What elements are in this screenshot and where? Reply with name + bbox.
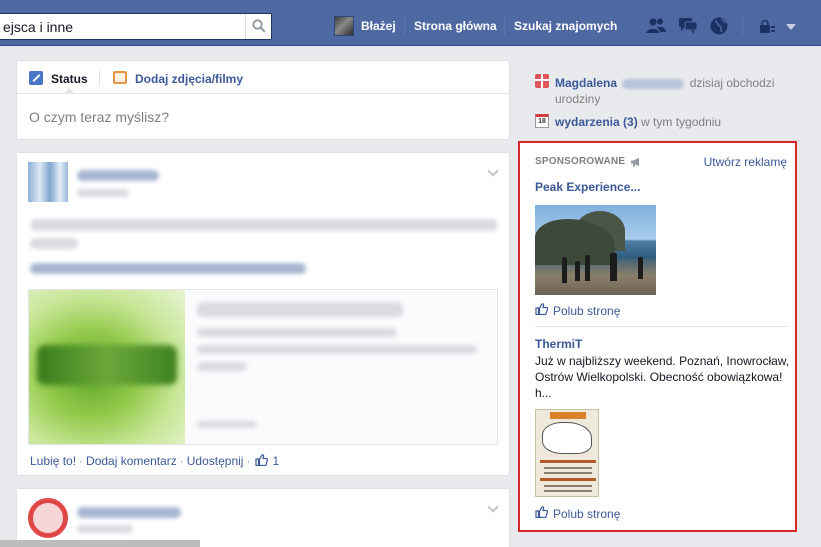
blurred-logo	[37, 345, 177, 385]
find-friends-link[interactable]: Szukaj znajomych	[514, 19, 617, 33]
blurred-author-name[interactable]	[77, 507, 181, 518]
composer-tabs: Status Dodaj zdjęcia/filmy	[17, 61, 509, 94]
blurred-timestamp	[77, 189, 129, 197]
calendar-icon: 18	[535, 114, 549, 128]
poster-illustration	[542, 422, 592, 454]
ad-image-person	[610, 253, 617, 281]
profile-link[interactable]: Błażej	[361, 19, 396, 33]
poster-band	[540, 478, 596, 481]
story-actions: Lubię to! · Dodaj komentarz · Udostępnij · 1	[30, 454, 279, 468]
create-ad-link[interactable]: Utwórz reklamę	[704, 155, 787, 169]
privacy-lock-icon[interactable]	[758, 20, 776, 34]
ad-title-link[interactable]: ThermiT	[535, 337, 582, 351]
pencil-icon	[29, 71, 43, 85]
ad-description[interactable]: Już w najbliższy weekend. Poznań, Inowro…	[535, 353, 790, 401]
poster-header	[550, 412, 586, 419]
like-link[interactable]: Lubię to!	[30, 454, 76, 468]
story-options-chevron-icon[interactable]	[487, 165, 499, 177]
horizontal-scrollbar[interactable]	[0, 540, 200, 547]
story-author-avatar[interactable]	[28, 498, 68, 538]
blurred-post-text	[30, 238, 78, 249]
messages-icon[interactable]	[677, 16, 699, 36]
blurred-attachment-text	[197, 345, 477, 354]
blurred-attachment-text	[197, 362, 247, 371]
nav-divider	[742, 14, 743, 36]
blurred-timestamp	[77, 525, 133, 533]
poster-band	[540, 460, 596, 463]
status-composer: Status Dodaj zdjęcia/filmy O czym teraz …	[16, 60, 510, 140]
ad-image-person	[585, 255, 590, 281]
blurred-attachment-domain	[197, 421, 257, 428]
active-tab-caret	[63, 88, 75, 94]
ad-image-person	[562, 257, 567, 283]
ad-image-person	[575, 261, 580, 281]
home-link[interactable]: Strona główna	[414, 19, 497, 33]
attachment-thumbnail	[29, 290, 185, 444]
blurred-attachment-title	[197, 302, 403, 317]
search-box[interactable]: ejsca i inne	[0, 13, 272, 40]
events-suffix: w tym tygodniu	[641, 115, 722, 129]
comment-link[interactable]: Dodaj komentarz	[86, 454, 177, 468]
news-feed-story: Lubię to! · Dodaj komentarz · Udostępnij · 1	[16, 152, 510, 476]
blurred-post-text	[30, 219, 498, 231]
events-reminder: wydarzenia (3) w tym tygodniu	[555, 115, 721, 129]
blurred-attachment-text	[197, 328, 397, 337]
thumbs-up-icon[interactable]	[255, 454, 269, 467]
birthday-person-link[interactable]: Magdalena	[555, 76, 617, 90]
ad-poster-image[interactable]	[535, 409, 599, 497]
story-options-chevron-icon[interactable]	[487, 501, 499, 513]
poster-text-line	[544, 485, 592, 487]
share-link[interactable]: Udostępnij	[187, 454, 244, 468]
separator-dot: ·	[179, 454, 184, 468]
ad-image[interactable]	[535, 205, 656, 295]
friend-requests-icon[interactable]	[645, 16, 667, 36]
sponsored-ads-box: SPONSOROWANE Utwórz reklamę Peak Experie…	[518, 141, 797, 532]
like-page-label: Polub stronę	[553, 304, 621, 318]
megaphone-icon	[631, 157, 639, 167]
separator-dot: ·	[79, 454, 84, 468]
ad-title-link[interactable]: Peak Experience...	[535, 180, 640, 194]
poster-text-line	[544, 490, 592, 492]
settings-dropdown-arrow-icon[interactable]	[786, 24, 796, 30]
thumbs-up-icon	[535, 506, 548, 518]
blurred-surname	[622, 78, 685, 89]
events-link[interactable]: wydarzenia (3)	[555, 115, 638, 129]
sponsored-header: SPONSOROWANE	[535, 156, 626, 167]
tab-add-photos-label: Dodaj zdjęcia/filmy	[135, 72, 244, 86]
like-page-label: Polub stronę	[553, 507, 621, 521]
poster-text-line	[544, 472, 592, 474]
status-input[interactable]: O czym teraz myślisz?	[29, 109, 169, 125]
nav-divider	[404, 14, 405, 36]
gift-icon	[535, 74, 549, 88]
birthday-reminder: Magdalena dzisiaj obchodzi urodziny	[555, 75, 795, 107]
divider	[535, 326, 788, 327]
blurred-post-link[interactable]	[30, 263, 306, 274]
separator-dot: ·	[246, 454, 251, 468]
notifications-globe-icon[interactable]	[709, 16, 731, 36]
tab-divider	[99, 70, 100, 86]
ad-image-person	[638, 257, 643, 279]
link-attachment[interactable]	[28, 289, 498, 445]
photo-icon	[113, 71, 127, 84]
search-button[interactable]	[245, 14, 271, 39]
thumbs-up-icon	[535, 303, 548, 315]
search-icon	[252, 19, 266, 33]
top-navigation-bar: ejsca i inne Błażej Strona główna Szukaj…	[0, 0, 821, 46]
tab-status-label: Status	[51, 72, 88, 86]
story-author-avatar[interactable]	[28, 162, 68, 202]
profile-avatar[interactable]	[334, 16, 354, 36]
poster-text-line	[544, 467, 592, 469]
blurred-author-name[interactable]	[77, 170, 159, 181]
nav-divider	[504, 14, 505, 36]
search-input[interactable]: ejsca i inne	[3, 19, 73, 35]
news-feed-story	[16, 488, 510, 547]
reminders-box: Magdalena dzisiaj obchodzi urodziny 18 w…	[520, 62, 801, 138]
like-count[interactable]: 1	[272, 454, 279, 468]
